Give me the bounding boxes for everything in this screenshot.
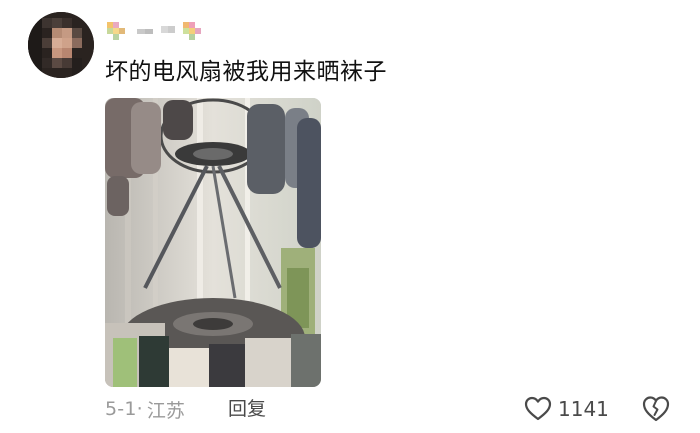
broken-heart-icon xyxy=(642,396,670,422)
comment-text: 坏的电风扇被我用来晒袜子 xyxy=(105,59,387,85)
comment-item: 坏的电风扇被我用来晒袜子 5-1· 江苏 回复 1141 xyxy=(0,0,700,433)
like-count: 1141 xyxy=(558,397,609,421)
sock-drying-fan-photo xyxy=(105,98,321,387)
dislike-button[interactable] xyxy=(641,394,671,424)
pixelated-username-icon xyxy=(107,22,201,40)
comment-photo[interactable] xyxy=(105,98,321,387)
comment-meta: 5-1· 江苏 xyxy=(105,396,185,422)
comment-date: 5-1· xyxy=(105,398,143,420)
like-button[interactable]: 1141 xyxy=(524,394,609,424)
comment-location: 江苏 xyxy=(146,399,185,422)
blurred-avatar-icon xyxy=(28,12,94,78)
reply-button[interactable]: 回复 xyxy=(228,396,266,422)
user-avatar[interactable] xyxy=(28,12,94,78)
heart-outline-icon xyxy=(524,396,552,421)
username[interactable] xyxy=(105,18,215,46)
